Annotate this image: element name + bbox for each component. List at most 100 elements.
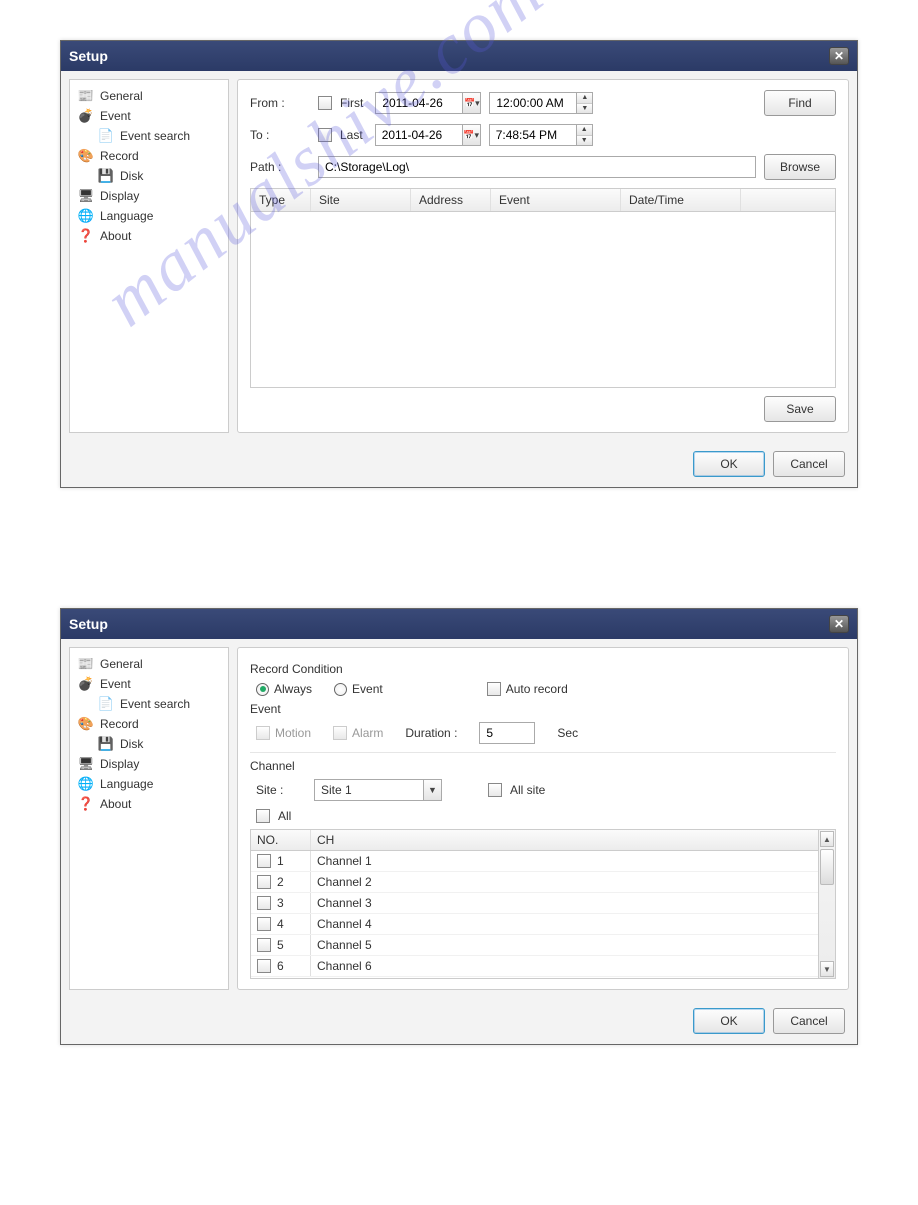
event-icon: 💣 xyxy=(78,108,94,124)
from-time-spin-up[interactable]: ▲ xyxy=(577,93,592,104)
ok-button[interactable]: OK xyxy=(693,1008,765,1034)
from-date-picker-button[interactable]: 📅▾ xyxy=(463,92,481,114)
channel-checkbox[interactable] xyxy=(257,854,271,868)
sidebar-item-label: Disk xyxy=(120,169,143,183)
to-time-spin-up[interactable]: ▲ xyxy=(577,125,592,136)
site-dropdown-button[interactable]: ▼ xyxy=(424,779,442,801)
channel-number: 6 xyxy=(277,959,284,973)
path-input[interactable] xyxy=(318,156,756,178)
channel-checkbox[interactable] xyxy=(257,938,271,952)
sidebar-item-general[interactable]: 📰General xyxy=(74,86,224,106)
sidebar-item-event[interactable]: 💣Event xyxy=(74,106,224,126)
cancel-button[interactable]: Cancel xyxy=(773,451,845,477)
display-icon: 🖥 xyxy=(78,756,94,772)
results-table: TypeSiteAddressEventDate/Time xyxy=(250,188,836,388)
browse-button[interactable]: Browse xyxy=(764,154,836,180)
channel-name: Channel 6 xyxy=(311,956,818,976)
channel-row[interactable]: 3 Channel 3 xyxy=(251,893,818,914)
event-radio[interactable] xyxy=(334,683,347,696)
sidebar-item-disk[interactable]: 💾Disk xyxy=(74,166,224,186)
channel-name: Channel 5 xyxy=(311,935,818,955)
channel-name: Channel 3 xyxy=(311,893,818,913)
channel-row[interactable]: 5Channel 5 xyxy=(251,935,818,956)
chevron-down-icon: ▼ xyxy=(428,785,437,795)
last-checkbox[interactable] xyxy=(318,128,332,142)
sidebar-item-disk[interactable]: 💾Disk xyxy=(74,734,224,754)
column-header[interactable]: Date/Time xyxy=(621,189,741,211)
channel-number: 3 xyxy=(277,896,284,910)
channel-row[interactable]: 1Channel 1 xyxy=(251,851,818,872)
alarm-checkbox[interactable] xyxy=(333,726,347,740)
to-time-spin-down[interactable]: ▼ xyxy=(577,136,592,146)
chevron-down-icon: ▼ xyxy=(823,965,831,974)
column-header[interactable]: Site xyxy=(311,189,411,211)
sidebar-item-label: Display xyxy=(100,189,139,203)
sidebar-item-label: General xyxy=(100,89,143,103)
sidebar-item-label: Record xyxy=(100,149,139,163)
ok-button[interactable]: OK xyxy=(693,451,765,477)
from-time-spin-down[interactable]: ▼ xyxy=(577,104,592,114)
all-checkbox[interactable] xyxy=(256,809,270,823)
sidebar-item-label: Language xyxy=(100,777,153,791)
channel-row[interactable]: 4Channel 4 xyxy=(251,914,818,935)
dialog-title: Setup xyxy=(69,48,108,64)
allsite-checkbox[interactable] xyxy=(488,783,502,797)
channel-row[interactable]: 6 Channel 6 xyxy=(251,956,818,977)
to-label: To : xyxy=(250,128,310,142)
sidebar-item-event-search[interactable]: 📄Event search xyxy=(74,694,224,714)
column-header[interactable]: Event xyxy=(491,189,621,211)
sidebar-item-about[interactable]: ❓About xyxy=(74,794,224,814)
sidebar-item-language[interactable]: 🌐Language xyxy=(74,206,224,226)
chevron-up-icon: ▲ xyxy=(581,94,588,101)
sidebar-item-display[interactable]: 🖥 Display xyxy=(74,186,224,206)
sidebar-item-event-search[interactable]: 📄Event search xyxy=(74,126,224,146)
duration-input[interactable] xyxy=(479,722,535,744)
sidebar-item-label: Event search xyxy=(120,129,190,143)
cancel-button[interactable]: Cancel xyxy=(773,1008,845,1034)
scroll-down-button[interactable]: ▼ xyxy=(820,961,834,977)
sidebar-item-about[interactable]: ❓About xyxy=(74,226,224,246)
motion-checkbox[interactable] xyxy=(256,726,270,740)
sidebar-item-label: About xyxy=(100,797,131,811)
always-radio[interactable] xyxy=(256,683,269,696)
to-date-input[interactable] xyxy=(375,124,463,146)
close-button[interactable]: ✕ xyxy=(829,47,849,65)
column-header-spacer xyxy=(741,189,835,211)
to-time-input[interactable] xyxy=(489,124,577,146)
scroll-thumb[interactable] xyxy=(820,849,834,885)
channel-checkbox[interactable] xyxy=(257,896,271,910)
channel-checkbox[interactable] xyxy=(257,875,271,889)
first-checkbox[interactable] xyxy=(318,96,332,110)
autorecord-checkbox[interactable] xyxy=(487,682,501,696)
from-date-input[interactable] xyxy=(375,92,463,114)
find-button[interactable]: Find xyxy=(764,90,836,116)
column-header[interactable]: Type xyxy=(251,189,311,211)
channel-table: NO. CH 1Channel 12Channel 23Channel 34Ch… xyxy=(250,829,836,979)
sidebar-item-event[interactable]: 💣Event xyxy=(74,674,224,694)
from-time-input[interactable] xyxy=(489,92,577,114)
last-label: Last xyxy=(340,128,363,142)
about-icon: ❓ xyxy=(78,228,94,244)
chevron-down-icon: ▼ xyxy=(581,137,588,144)
channel-name: Channel 2 xyxy=(311,872,818,892)
channel-checkbox[interactable] xyxy=(257,959,271,973)
scroll-up-button[interactable]: ▲ xyxy=(820,831,834,847)
site-select[interactable]: Site 1 xyxy=(314,779,424,801)
content-panel: From : First 📅▾ ▲ ▼ Find To : xyxy=(237,79,849,433)
channel-row[interactable]: 2Channel 2 xyxy=(251,872,818,893)
save-button[interactable]: Save xyxy=(764,396,836,422)
sidebar-item-language[interactable]: 🌐Language xyxy=(74,774,224,794)
channel-scrollbar[interactable]: ▲ ▼ xyxy=(818,830,835,978)
sidebar-item-general[interactable]: 📰General xyxy=(74,654,224,674)
channel-name: Channel 1 xyxy=(311,851,818,871)
display-icon: 🖥 xyxy=(78,188,94,204)
sidebar-item-record[interactable]: 🎨Record xyxy=(74,714,224,734)
column-header[interactable]: Address xyxy=(411,189,491,211)
language-icon: 🌐 xyxy=(78,208,94,224)
to-date-picker-button[interactable]: 📅▾ xyxy=(463,124,481,146)
close-button[interactable]: ✕ xyxy=(829,615,849,633)
dialog-title: Setup xyxy=(69,616,108,632)
sidebar-item-display[interactable]: 🖥Display xyxy=(74,754,224,774)
sidebar-item-record[interactable]: 🎨Record xyxy=(74,146,224,166)
channel-checkbox[interactable] xyxy=(257,917,271,931)
